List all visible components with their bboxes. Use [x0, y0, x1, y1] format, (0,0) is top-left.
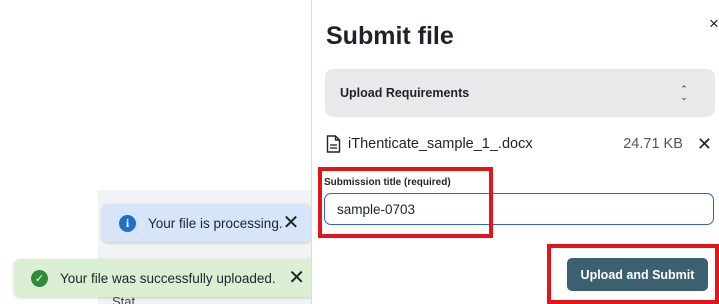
upload-success-toast: ✓ Your file was successfully uploaded. ✕ — [14, 259, 317, 297]
upload-success-message: Your file was successfully uploaded. — [60, 270, 276, 286]
processing-message: Your file is processing. — [148, 215, 283, 231]
processing-toast: i Your file is processing. ✕ — [102, 204, 311, 242]
upload-requirements-label: Upload Requirements — [340, 86, 470, 100]
panel-title: Submit file — [326, 22, 454, 50]
submission-title-label: Submission title (required) — [324, 177, 451, 188]
close-success-toast-button[interactable]: ✕ — [288, 268, 305, 288]
info-icon: i — [119, 214, 136, 232]
chevron-down-icon: ⌄ — [680, 92, 688, 102]
uploaded-file-row: iThenticate_sample_1_.docx 24.71 KB ✕ — [326, 133, 712, 155]
close-processing-toast-button[interactable]: ✕ — [283, 213, 300, 233]
close-panel-button[interactable]: × — [709, 14, 719, 34]
upload-and-submit-button[interactable]: Upload and Submit — [567, 258, 708, 291]
expand-collapse-icon: ⌃ ⌄ — [673, 85, 695, 102]
file-size: 24.71 KB — [623, 136, 683, 152]
submission-title-input[interactable] — [324, 193, 714, 225]
upload-requirements-accordion[interactable]: Upload Requirements ⌃ ⌄ — [325, 69, 715, 117]
check-circle-icon: ✓ — [31, 269, 48, 287]
file-name: iThenticate_sample_1_.docx — [348, 136, 533, 152]
document-icon — [326, 135, 341, 153]
remove-file-button[interactable]: ✕ — [697, 135, 712, 153]
